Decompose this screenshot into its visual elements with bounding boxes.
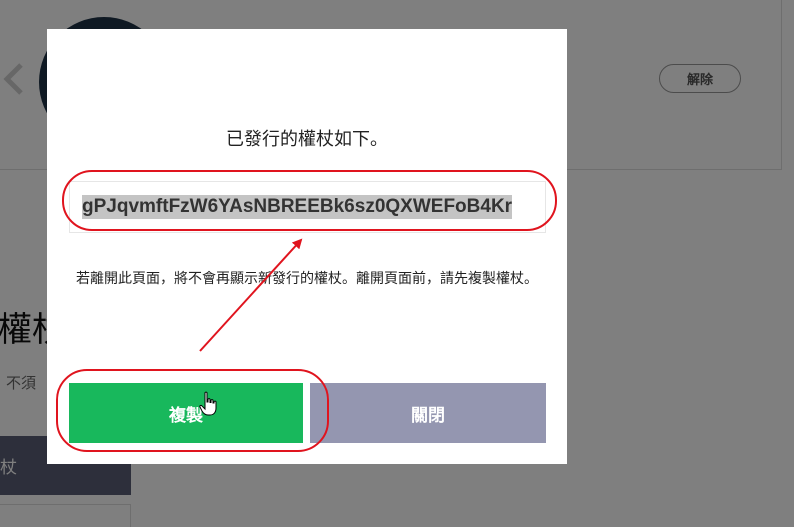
close-button[interactable]: 關閉 <box>310 383 546 443</box>
copy-button[interactable]: 複製 <box>69 383 303 443</box>
hand-pointer-icon <box>199 391 217 416</box>
modal-title: 已發行的權杖如下。 <box>226 129 388 150</box>
warning-message: 若離開此頁面，將不會再顯示新發行的權杖。離開頁面前，請先複製權杖。 <box>76 271 538 287</box>
token-modal: 已發行的權杖如下。 gPJqvmftFzW6YAsNBREEBk6sz0QXWE… <box>47 29 567 464</box>
token-value[interactable]: gPJqvmftFzW6YAsNBREEBk6sz0QXWEFoB4Kr <box>82 195 513 219</box>
token-field[interactable]: gPJqvmftFzW6YAsNBREEBk6sz0QXWEFoB4Kr <box>69 181 546 233</box>
